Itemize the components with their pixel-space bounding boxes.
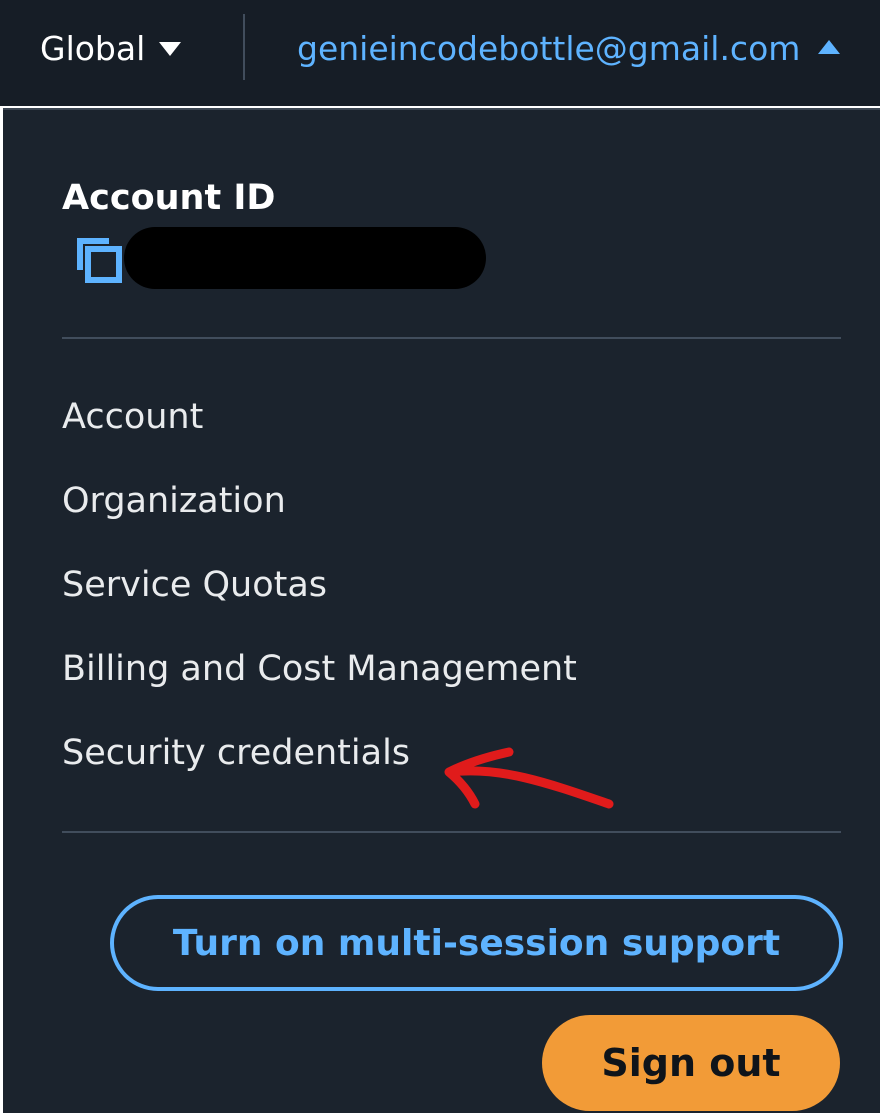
topbar-divider: [243, 14, 245, 80]
menu-item-organization[interactable]: Organization: [62, 479, 286, 523]
menu-item-account[interactable]: Account: [62, 395, 203, 439]
screenshot: Global genieincodebottle@gmail.com Accou…: [0, 0, 880, 1113]
menu-divider: [62, 831, 841, 833]
account-email: genieincodebottle@gmail.com: [297, 28, 801, 68]
account-menu-button[interactable]: genieincodebottle@gmail.com: [297, 26, 841, 70]
menu-item-service-quotas[interactable]: Service Quotas: [62, 563, 327, 607]
account-dropdown-menu: Account ID Account Organization Service …: [3, 108, 880, 1113]
region-label: Global: [40, 28, 146, 68]
menu-divider: [62, 337, 841, 339]
redacted-account-id: [124, 227, 486, 289]
copy-icon[interactable]: [73, 236, 125, 286]
caret-down-icon: [159, 42, 182, 56]
top-navigation-bar: Global genieincodebottle@gmail.com: [0, 0, 880, 106]
menu-item-billing[interactable]: Billing and Cost Management: [62, 647, 577, 691]
red-annotation-arrow-icon: [444, 747, 614, 809]
caret-up-icon: [818, 40, 841, 54]
region-selector-button[interactable]: Global: [40, 26, 182, 70]
multi-session-support-button[interactable]: Turn on multi-session support: [110, 895, 843, 991]
menu-item-security-credentials[interactable]: Security credentials: [62, 731, 410, 775]
sign-out-button[interactable]: Sign out: [542, 1015, 840, 1111]
account-id-label: Account ID: [62, 178, 276, 218]
